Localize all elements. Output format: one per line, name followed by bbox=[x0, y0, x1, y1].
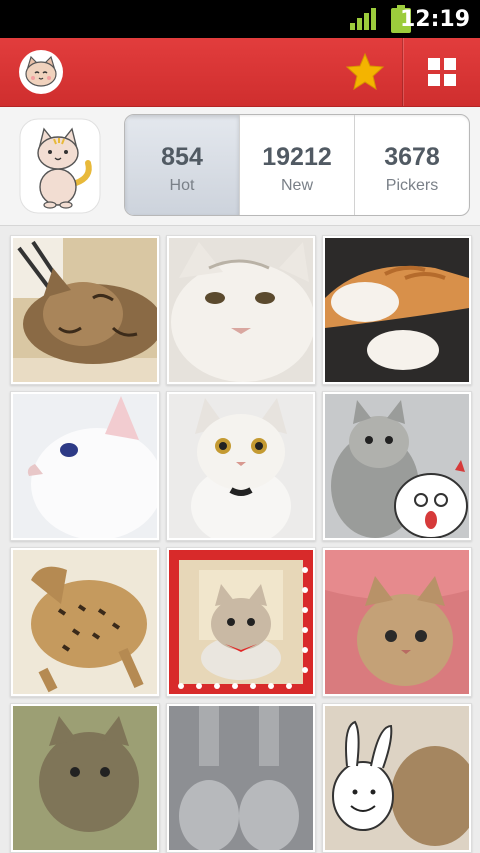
status-bar: 12:19 bbox=[0, 0, 480, 38]
photo-tile[interactable] bbox=[166, 703, 316, 853]
photo-tile[interactable] bbox=[322, 391, 472, 541]
photo-tile[interactable] bbox=[166, 391, 316, 541]
photo-tile[interactable] bbox=[322, 235, 472, 385]
cat-photo bbox=[169, 706, 313, 850]
stat-label: Pickers bbox=[385, 177, 439, 194]
photo-tile[interactable] bbox=[10, 391, 160, 541]
stat-label: New bbox=[280, 177, 313, 194]
photo-tile[interactable] bbox=[322, 547, 472, 697]
action-divider bbox=[402, 38, 403, 106]
cat-photo bbox=[13, 706, 157, 850]
stat-value: 854 bbox=[161, 143, 203, 171]
photo-tile[interactable] bbox=[10, 235, 160, 385]
photo-tile[interactable] bbox=[166, 547, 316, 697]
cat-photo bbox=[169, 550, 313, 694]
photo-tile[interactable] bbox=[10, 547, 160, 697]
star-icon[interactable] bbox=[345, 52, 385, 92]
cat-photo bbox=[325, 238, 469, 382]
stat-pickers-tab[interactable]: 3678 Pickers bbox=[354, 115, 469, 215]
photo-tile[interactable] bbox=[166, 235, 316, 385]
profile-header: 854 Hot 19212 New 3678 Pickers bbox=[0, 107, 480, 226]
cat-photo bbox=[13, 394, 157, 538]
stat-value: 3678 bbox=[384, 143, 440, 171]
stat-hot-tab[interactable]: 854 Hot bbox=[125, 115, 239, 215]
cat-face-icon[interactable] bbox=[18, 49, 64, 95]
status-time: 12:19 bbox=[399, 7, 470, 32]
stats-segmented-control: 854 Hot 19212 New 3678 Pickers bbox=[124, 114, 470, 216]
stat-label: Hot bbox=[169, 177, 195, 194]
photo-tile[interactable] bbox=[10, 703, 160, 853]
cat-photo bbox=[325, 550, 469, 694]
grid-icon[interactable] bbox=[428, 58, 456, 86]
cat-photo bbox=[169, 394, 313, 538]
cat-photo bbox=[325, 706, 469, 850]
cat-mascot-icon bbox=[19, 118, 101, 214]
stat-value: 19212 bbox=[262, 143, 332, 171]
cat-photo bbox=[169, 238, 313, 382]
cat-photo bbox=[13, 238, 157, 382]
photo-grid bbox=[10, 235, 472, 853]
cat-photo bbox=[325, 394, 469, 538]
signal-icon bbox=[350, 8, 376, 30]
stat-new-tab[interactable]: 19212 New bbox=[239, 115, 354, 215]
photo-tile[interactable] bbox=[322, 703, 472, 853]
cat-photo bbox=[13, 550, 157, 694]
action-bar bbox=[0, 38, 480, 107]
